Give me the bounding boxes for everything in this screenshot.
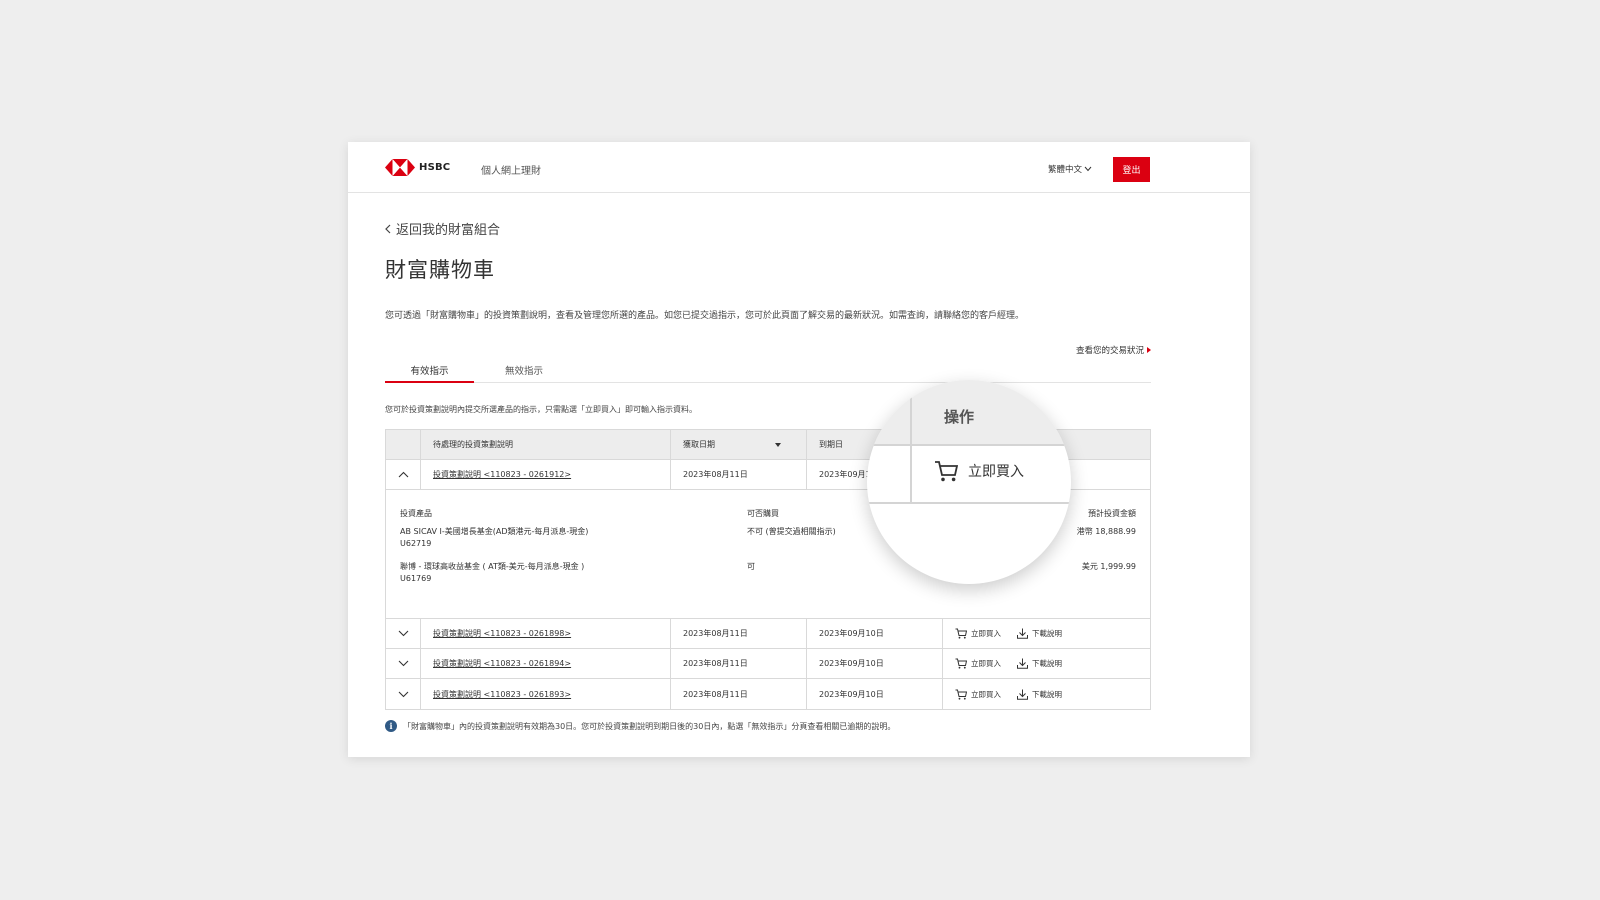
expand-toggle[interactable]	[386, 619, 421, 648]
magnified-buy-now-button[interactable]: 立即買入	[934, 460, 1024, 482]
chevron-down-icon	[1084, 166, 1092, 172]
cart-icon	[955, 658, 967, 669]
header-date-label: 獲取日期	[683, 440, 715, 449]
table-row: 投資策劃說明 <110823 - 0261893> 2023年08月11日 20…	[386, 679, 1150, 709]
info-icon: i	[385, 720, 397, 732]
product-name: AB SICAV I-美國增長基金(AD類港元-每月派息-現金)	[400, 527, 589, 536]
tab-active-instructions[interactable]: 有效指示	[385, 363, 474, 383]
buy-now-button[interactable]: 立即買入	[955, 658, 1001, 669]
plan-link[interactable]: 投資策劃說明 <110823 - 0261912>	[433, 469, 571, 480]
tab-inactive-instructions[interactable]: 無效指示	[499, 363, 549, 377]
instruction-tabs: 有效指示 無效指示	[385, 356, 1151, 383]
hint-text: 您可於投資策劃說明內提交所選產品的指示，只需點選「立即買入」即可輸入指示資料。	[385, 405, 697, 414]
date-cell: 2023年08月11日	[671, 460, 807, 489]
buy-now-button[interactable]: 立即買入	[955, 628, 1001, 639]
expand-toggle[interactable]	[386, 649, 421, 678]
plan-link[interactable]: 投資策劃說明 <110823 - 0261898>	[433, 628, 571, 639]
chevron-up-icon	[398, 471, 408, 478]
expiry-cell: 2023年09月10日	[807, 649, 943, 678]
hsbc-logo[interactable]: HSBC	[385, 159, 450, 176]
arrow-right-icon	[1147, 347, 1151, 353]
detail-header-eligible: 可否購買	[747, 509, 779, 518]
download-label: 下載說明	[1032, 659, 1062, 668]
plan-link[interactable]: 投資策劃說明 <110823 - 0261894>	[433, 658, 571, 669]
page-title: 財富購物車	[385, 258, 495, 282]
date-cell: 2023年08月11日	[671, 649, 807, 678]
cart-icon	[955, 689, 967, 700]
expiry-cell: 2023年09月10日	[807, 679, 943, 709]
sort-down-icon	[775, 442, 781, 447]
detail-header-amount: 預計投資金額	[1088, 509, 1136, 518]
browser-page: HSBC 個人網上理財 繁體中文 登出 返回我的財富組合 財富購物車 您可透過「…	[348, 142, 1250, 757]
cart-icon	[955, 628, 967, 639]
magnifier-callout: 操作 立即買入	[867, 380, 1071, 584]
actions-cell: 立即買入 下載說明	[943, 679, 1152, 709]
table-row: 投資策劃說明 <110823 - 0261898> 2023年08月11日 20…	[386, 619, 1150, 649]
actions-cell: 立即買入 下載說明	[943, 649, 1152, 678]
download-button[interactable]: 下載說明	[1017, 628, 1062, 639]
product-code: U62719	[400, 539, 432, 548]
status-link-label: 查看您的交易狀況	[1075, 346, 1144, 356]
download-button[interactable]: 下載說明	[1017, 658, 1062, 669]
footnote: i 「財富購物車」內的投資策劃說明有效期為30日。您可於投資策劃說明到期日後的3…	[385, 720, 895, 732]
expiry-cell: 2023年09月10日	[807, 619, 943, 648]
product-code: U61769	[400, 574, 432, 583]
back-link-label: 返回我的財富組合	[396, 223, 501, 238]
buy-now-label: 立即買入	[971, 629, 1001, 638]
language-label: 繁體中文	[1048, 165, 1083, 175]
plan-name-cell: 投資策劃說明 <110823 - 0261893>	[421, 679, 671, 709]
download-icon	[1017, 689, 1028, 700]
product-name: 聯博 - 環球高收益基金 ( AT類-美元-每月派息-現金 )	[400, 562, 585, 571]
header-plan-name: 待處理的投資策劃說明	[421, 430, 671, 459]
magnifier-actions-header: 操作	[944, 408, 975, 426]
product-amount: 港幣 18,888.99	[1076, 527, 1136, 536]
app-name[interactable]: 個人網上理財	[481, 162, 541, 177]
chevron-down-icon	[398, 691, 408, 697]
header-date-sortable[interactable]: 獲取日期	[671, 430, 807, 459]
logo-text: HSBC	[419, 162, 451, 173]
plan-name-cell: 投資策劃說明 <110823 - 0261912>	[421, 460, 671, 489]
chevron-down-icon	[398, 660, 408, 667]
cart-icon	[935, 461, 958, 482]
table-row: 投資策劃說明 <110823 - 0261894> 2023年08月11日 20…	[386, 649, 1150, 679]
collapse-toggle[interactable]	[386, 460, 421, 489]
product-eligibility: 可	[747, 562, 755, 571]
download-label: 下載說明	[1032, 689, 1062, 699]
logout-button[interactable]: 登出	[1113, 157, 1150, 182]
actions-cell: 立即買入 下載說明	[943, 619, 1152, 648]
plan-name-cell: 投資策劃說明 <110823 - 0261894>	[421, 649, 671, 678]
download-icon	[1017, 658, 1028, 669]
download-label: 下載說明	[1032, 629, 1062, 638]
download-button[interactable]: 下載說明	[1017, 689, 1062, 700]
plan-link[interactable]: 投資策劃說明 <110823 - 0261893>	[433, 689, 571, 700]
download-icon	[1017, 628, 1028, 639]
buy-now-label: 立即買入	[971, 659, 1001, 668]
buy-now-button[interactable]: 立即買入	[955, 689, 1001, 700]
expand-toggle[interactable]	[386, 679, 421, 709]
detail-header-product: 投資產品	[400, 509, 432, 518]
date-cell: 2023年08月11日	[671, 619, 807, 648]
plan-name-cell: 投資策劃說明 <110823 - 0261898>	[421, 619, 671, 648]
transaction-status-link[interactable]: 查看您的交易狀況	[1076, 344, 1151, 356]
magnified-buy-now-label: 立即買入	[968, 464, 1024, 480]
chevron-left-icon	[385, 224, 391, 233]
back-link[interactable]: 返回我的財富組合	[385, 219, 500, 238]
chevron-down-icon	[398, 630, 408, 637]
product-eligibility: 不可 (曾提交過相關指示)	[747, 527, 836, 536]
top-navigation-bar: HSBC 個人網上理財 繁體中文 登出	[348, 142, 1250, 193]
magnifier-divider	[910, 380, 912, 504]
hsbc-hexagon-icon	[385, 159, 415, 176]
product-amount: 美元 1,999.99	[1081, 562, 1136, 571]
date-cell: 2023年08月11日	[671, 679, 807, 709]
header-expand-col	[386, 430, 421, 459]
footnote-text: 「財富購物車」內的投資策劃說明有效期為30日。您可於投資策劃說明到期日後的30日…	[403, 721, 896, 731]
intro-text: 您可透過「財富購物車」的投資策劃說明，查看及管理您所選的產品。如您已提交過指示，…	[385, 311, 1025, 321]
buy-now-label: 立即買入	[971, 689, 1001, 699]
language-selector[interactable]: 繁體中文	[1048, 163, 1092, 175]
magnifier-row-border	[867, 502, 1071, 504]
